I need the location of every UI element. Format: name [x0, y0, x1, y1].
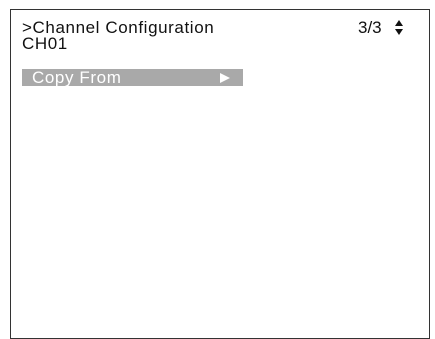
page-indicator: 3/3 [358, 18, 404, 38]
channel-label: CH01 [22, 34, 68, 53]
menu-item-copy-from[interactable]: Copy From [22, 69, 243, 86]
page-number: 3/3 [358, 18, 382, 37]
right-triangle-arrow-icon [219, 72, 231, 84]
menu-screen [10, 9, 430, 339]
menu-item-label: Copy From [32, 68, 122, 87]
up-down-arrows-icon[interactable] [394, 19, 404, 37]
